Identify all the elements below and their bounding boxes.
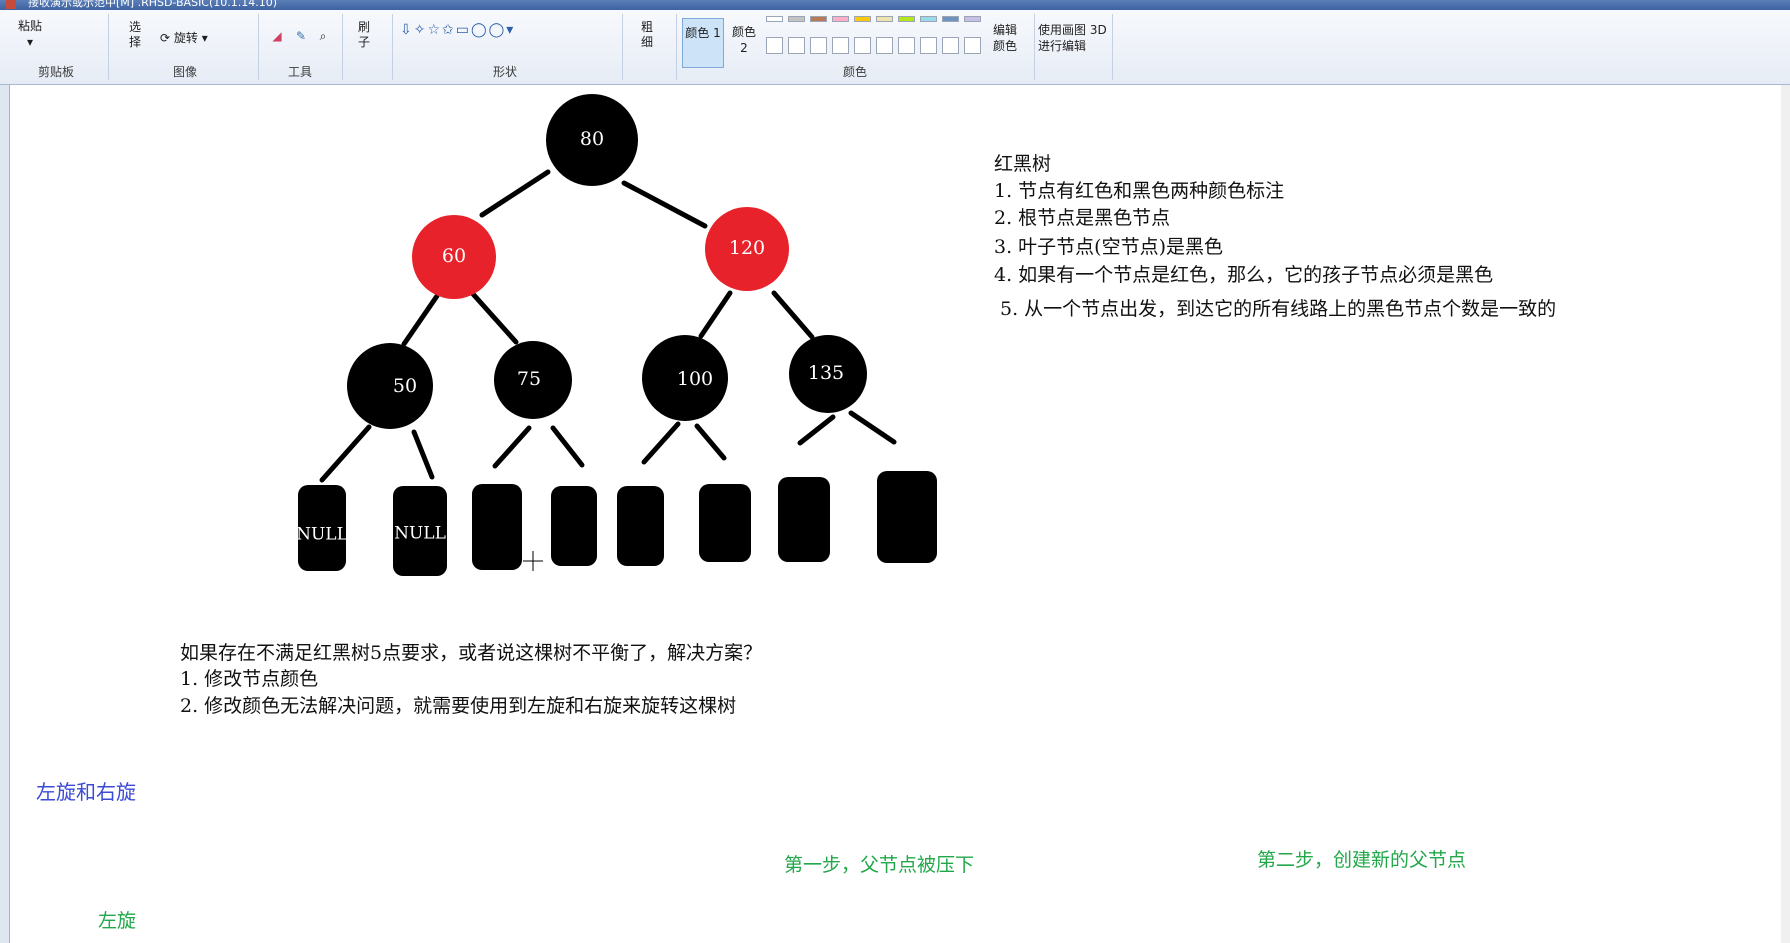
red-black-tree-diagram: 80 60 120 50 75 100 135 NULL NULL	[296, 94, 937, 576]
tree-node	[347, 343, 433, 429]
tree-edges	[319, 169, 897, 483]
solution-item: 1. 修改节点颜色	[180, 668, 319, 690]
rule-item: 2. 根节点是黑色节点	[994, 207, 1171, 229]
leaf-label: NULL	[394, 524, 446, 544]
node-label: 60	[442, 245, 466, 267]
leaf-node	[472, 484, 522, 570]
rule-item: 4. 如果有一个节点是红色，那么，它的孩子节点必须是黑色	[994, 264, 1494, 286]
leaf-node	[699, 484, 751, 562]
left-rotation-label: 左旋	[98, 910, 137, 932]
solution-question: 如果存在不满足红黑树5点要求，或者说这棵树不平衡了，解决方案？	[180, 642, 763, 664]
step2-label: 第二步，创建新的父节点	[1257, 849, 1467, 871]
node-label: 75	[517, 368, 541, 390]
node-label: 120	[729, 237, 765, 259]
rule-item: 5. 从一个节点出发，到达它的所有线路上的黑色节点个数是一致的	[1000, 298, 1557, 320]
leaf-node	[551, 486, 597, 566]
node-label: 80	[580, 128, 604, 150]
tree-leaves: NULL NULL	[296, 471, 937, 576]
rule-item: 1. 节点有红色和黑色两种颜色标注	[994, 180, 1285, 202]
rules-title: 红黑树	[994, 153, 1052, 175]
rule-item: 3. 叶子节点(空节点)是黑色	[994, 236, 1223, 258]
node-label: 135	[808, 362, 844, 384]
node-label: 50	[393, 375, 417, 397]
crosshair-cursor-icon	[523, 551, 543, 571]
tree-nodes: 80 60 120 50 75 100 135	[347, 94, 867, 429]
leaf-node	[778, 477, 830, 562]
rotation-heading: 左旋和右旋	[36, 780, 136, 804]
leaf-label: NULL	[296, 525, 348, 545]
solution-item: 2. 修改颜色无法解决问题，就需要使用到左旋和右旋来旋转这棵树	[180, 695, 737, 717]
node-label: 100	[677, 368, 713, 390]
leaf-node	[617, 486, 664, 566]
leaf-node	[877, 471, 937, 563]
step1-label: 第一步，父节点被压下	[784, 854, 975, 876]
